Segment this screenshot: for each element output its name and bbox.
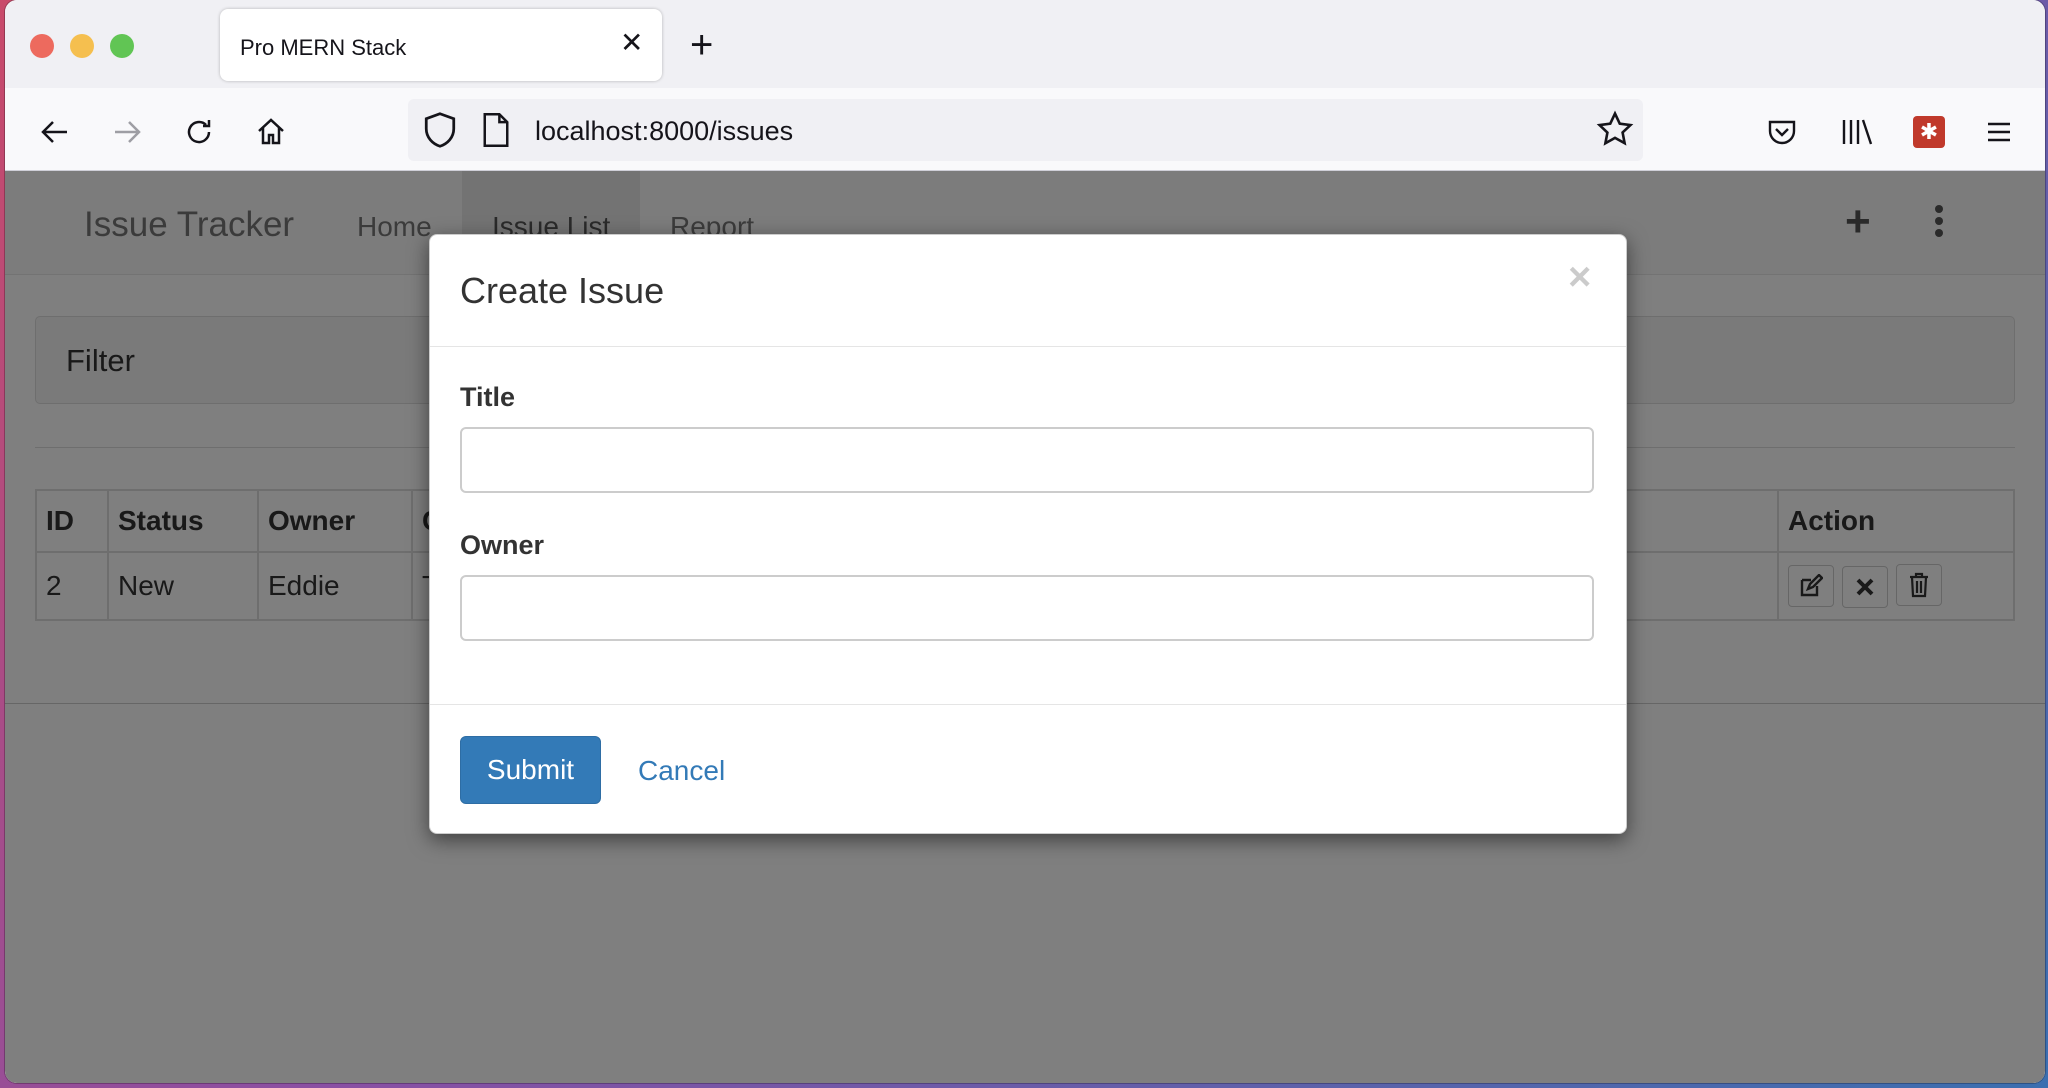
home-icon[interactable] [251,112,291,152]
tab-close-icon[interactable]: ✕ [620,29,643,57]
shield-icon[interactable] [420,110,460,155]
owner-input[interactable] [460,575,1594,641]
owner-label: Owner [460,530,545,560]
extension-icon[interactable]: ✱ [1909,112,1949,152]
create-issue-modal: Create Issue × Title Owner Submit Cancel [429,234,1627,834]
browser-tab[interactable]: Pro MERN Stack ✕ [220,9,662,81]
modal-header: Create Issue × [430,235,1626,347]
submit-button[interactable]: Submit [460,736,601,804]
url-text[interactable]: localhost:8000/issues [535,116,793,147]
bookmark-star-icon[interactable] [1596,110,1634,153]
tab-title: Pro MERN Stack [240,35,407,60]
url-bar[interactable]: localhost:8000/issues [408,99,1643,161]
library-icon[interactable] [1837,112,1877,152]
new-tab-icon[interactable]: + [690,25,713,65]
minimize-window-button[interactable] [70,34,94,58]
menu-icon[interactable] [1979,112,2019,152]
page-icon [480,112,512,153]
close-window-button[interactable] [30,34,54,58]
tab-strip: Pro MERN Stack ✕ + [5,0,2045,88]
maximize-window-button[interactable] [110,34,134,58]
title-label: Title [460,382,516,412]
modal-close-icon[interactable]: × [1568,257,1591,297]
browser-window: Pro MERN Stack ✕ + localhost:8000/issues… [5,0,2045,1083]
cancel-button[interactable]: Cancel [638,755,725,787]
modal-title: Create Issue [460,270,665,311]
title-input[interactable] [460,427,1594,493]
modal-footer-divider [430,704,1626,705]
forward-icon[interactable] [107,112,147,152]
reload-icon[interactable] [179,112,219,152]
pocket-icon[interactable] [1762,112,1802,152]
back-icon[interactable] [35,112,75,152]
